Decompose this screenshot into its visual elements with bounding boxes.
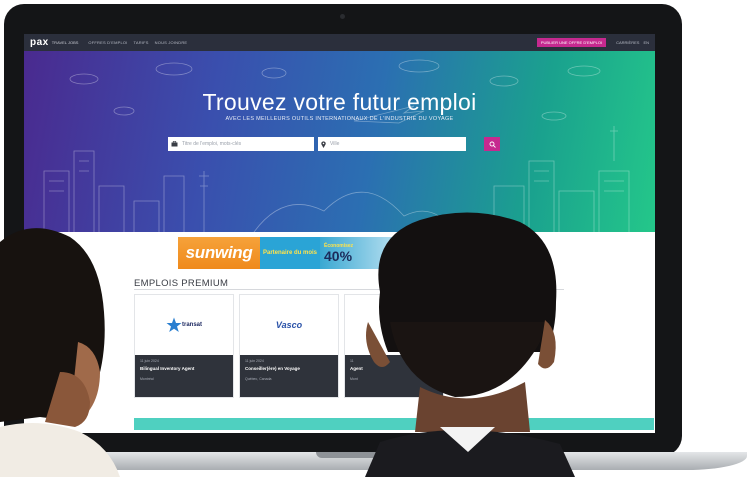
keyword-placeholder: Titre de l'emploi, mots-clés: [182, 141, 242, 147]
job-title[interactable]: Bilingual Inventory Agent: [140, 366, 228, 371]
briefcase-icon: [171, 141, 178, 147]
site-logo-subtitle: TRAVEL JOBS: [51, 40, 79, 45]
nav-link-pricing[interactable]: TARIFS: [134, 40, 149, 45]
transat-star-icon: [166, 317, 182, 332]
hero-title: Trouvez votre futur emploi: [202, 89, 477, 115]
job-location: Québec, Canada: [245, 377, 272, 381]
job-date: 11 juin 2024: [245, 359, 264, 363]
company-name: Vasco: [275, 320, 303, 330]
nav-link-careers[interactable]: CARRIÈRES: [616, 40, 639, 45]
job-date: 11 juin 2024: [140, 359, 159, 363]
location-search-input[interactable]: Ville: [318, 137, 466, 151]
company-logo: transat: [135, 295, 233, 355]
banner-partner-text: Partenaire du mois: [262, 249, 318, 256]
woman-viewer: [0, 228, 120, 477]
hero-section: Trouvez votre futur emploi AVEC LES MEIL…: [24, 51, 655, 232]
job-card-info: 11 juin 2024 Bilingual Inventory Agent M…: [135, 355, 233, 397]
company-logo: Vasco: [240, 295, 338, 355]
search-button[interactable]: [484, 137, 500, 151]
language-toggle[interactable]: EN: [643, 40, 649, 45]
job-card-info: 11 juin 2024 Conseiller(ère) en Voyage Q…: [240, 355, 338, 397]
search-bar: Titre de l'emploi, mots-clés Ville: [168, 137, 500, 151]
top-nav: pax TRAVEL JOBS OFFRES D'EMPLOI TARIFS N…: [24, 34, 655, 51]
location-pin-icon: [321, 140, 326, 148]
banner-brand: sunwing: [178, 237, 260, 269]
webcam: [340, 14, 345, 19]
job-title[interactable]: Conseiller(ère) en Voyage: [245, 366, 333, 371]
keyword-search-input[interactable]: Titre de l'emploi, mots-clés: [168, 137, 314, 151]
job-card[interactable]: transat 11 juin 2024 Bilingual Inventory…: [134, 294, 234, 398]
section-title: EMPLOIS PREMIUM: [134, 278, 229, 289]
man-viewer: [365, 212, 575, 477]
post-job-button[interactable]: PUBLIER UNE OFFRE D'EMPLOI: [536, 38, 607, 47]
photo-scene: pax TRAVEL JOBS OFFRES D'EMPLOI TARIFS N…: [0, 0, 747, 477]
job-card[interactable]: Vasco 11 juin 2024 Conseiller(ère) en Vo…: [239, 294, 339, 398]
company-name: transat: [181, 322, 202, 328]
hero-subtitle: AVEC LES MEILLEURS OUTILS INTERNATIONAUX…: [225, 116, 454, 122]
site-logo[interactable]: pax: [30, 37, 49, 48]
location-placeholder: Ville: [330, 141, 340, 147]
job-location: Montréal: [140, 377, 154, 381]
nav-link-jobs[interactable]: OFFRES D'EMPLOI: [88, 40, 127, 45]
nav-link-contact[interactable]: NOUS JOINDRE: [155, 40, 188, 45]
banner-percent: 40%: [324, 248, 353, 264]
search-icon: [489, 141, 496, 148]
banner-partner-block: Partenaire du mois: [260, 237, 320, 269]
